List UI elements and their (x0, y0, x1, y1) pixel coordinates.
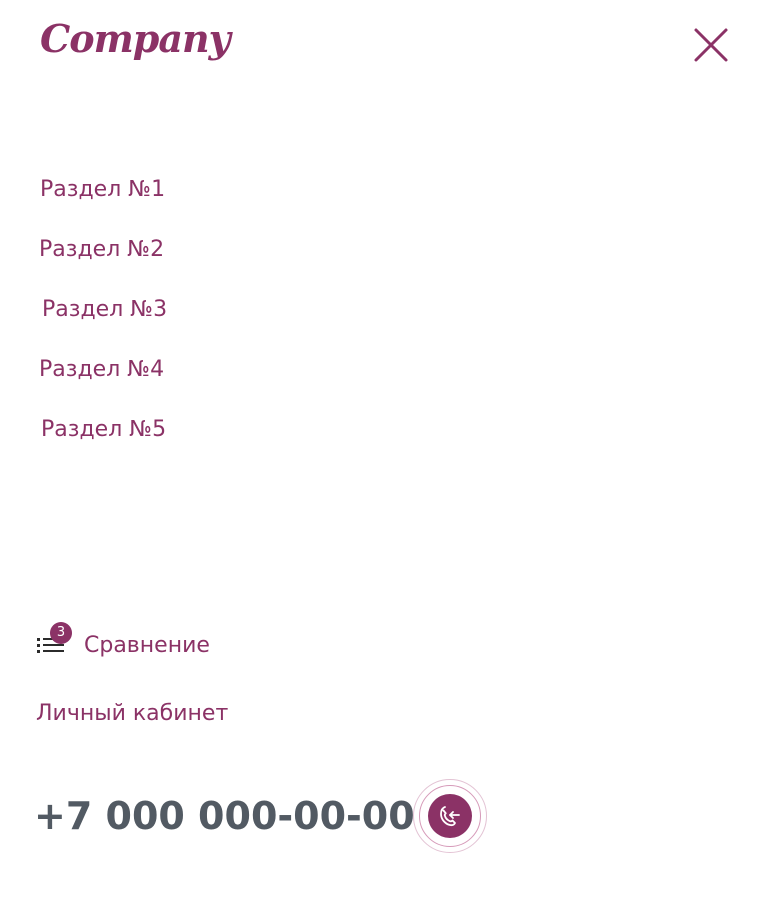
close-menu-button[interactable] (690, 24, 732, 66)
callback-core (428, 794, 472, 838)
compare-icon-wrap: 3 (36, 622, 72, 658)
phone-callback-icon (440, 806, 460, 827)
account-link[interactable]: Личный кабинет (36, 699, 228, 729)
nav-item-section-4[interactable]: Раздел №4 (39, 355, 164, 385)
phone-number[interactable]: +7 000 000-00-00 (34, 790, 415, 842)
compare-count-badge: 3 (50, 622, 72, 644)
nav-item-section-1[interactable]: Раздел №1 (40, 175, 165, 205)
company-logo[interactable]: Company (40, 14, 231, 64)
compare-link[interactable]: 3 Сравнение (36, 620, 210, 664)
close-icon (694, 28, 728, 62)
compare-label: Сравнение (84, 633, 210, 658)
nav-item-section-3[interactable]: Раздел №3 (42, 295, 167, 325)
nav-item-section-2[interactable]: Раздел №2 (39, 235, 164, 265)
callback-button[interactable] (413, 779, 487, 853)
nav-item-section-5[interactable]: Раздел №5 (41, 415, 166, 445)
